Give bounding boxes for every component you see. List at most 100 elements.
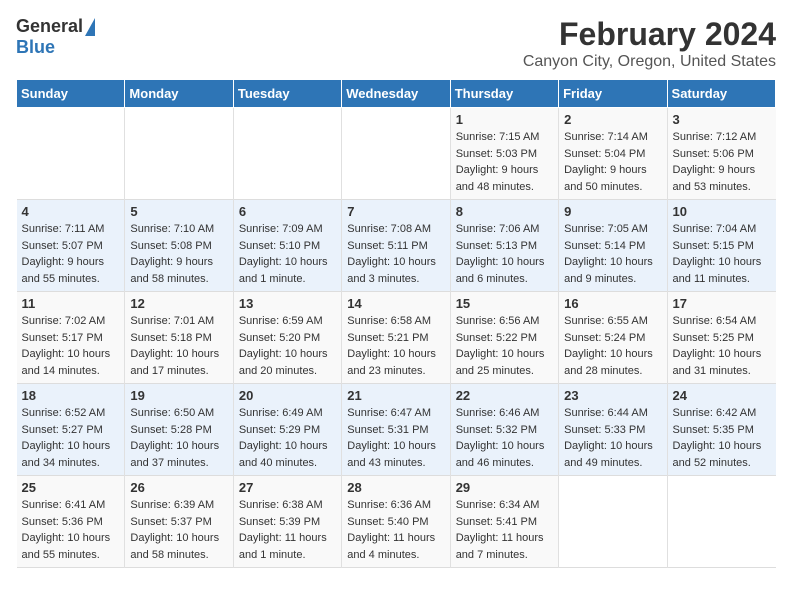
calendar-cell <box>17 108 125 200</box>
day-info: Sunrise: 6:47 AMSunset: 5:31 PMDaylight:… <box>347 405 444 471</box>
calendar-cell: 21 Sunrise: 6:47 AMSunset: 5:31 PMDayligh… <box>342 384 450 476</box>
day-number: 8 <box>456 204 553 219</box>
calendar-cell: 7 Sunrise: 7:08 AMSunset: 5:11 PMDaylight… <box>342 200 450 292</box>
day-number: 28 <box>347 480 444 495</box>
day-info: Sunrise: 6:58 AMSunset: 5:21 PMDaylight:… <box>347 313 444 379</box>
day-info: Sunrise: 7:11 AMSunset: 5:07 PMDaylight:… <box>22 221 120 287</box>
calendar-header: SundayMondayTuesdayWednesdayThursdayFrid… <box>17 80 776 108</box>
day-number: 4 <box>22 204 120 219</box>
day-number: 2 <box>564 112 661 127</box>
calendar-cell: 17Sunrise: 6:54 AMSunset: 5:25 PMDayligh… <box>667 292 775 384</box>
week-row-4: 25 Sunrise: 6:41 AMSunset: 5:36 PMDayligh… <box>17 476 776 568</box>
calendar-cell: 13 Sunrise: 6:59 AMSunset: 5:20 PMDayligh… <box>233 292 341 384</box>
calendar-cell: 23 Sunrise: 6:44 AMSunset: 5:33 PMDayligh… <box>559 384 667 476</box>
day-info: Sunrise: 6:44 AMSunset: 5:33 PMDaylight:… <box>564 405 661 471</box>
calendar-cell: 5Sunrise: 7:10 AMSunset: 5:08 PMDaylight… <box>125 200 233 292</box>
calendar-cell: 16 Sunrise: 6:55 AMSunset: 5:24 PMDayligh… <box>559 292 667 384</box>
day-number: 15 <box>456 296 553 311</box>
day-info: Sunrise: 7:01 AMSunset: 5:18 PMDaylight:… <box>130 313 227 379</box>
day-number: 10 <box>673 204 771 219</box>
header-row: SundayMondayTuesdayWednesdayThursdayFrid… <box>17 80 776 108</box>
calendar-cell: 6Sunrise: 7:09 AMSunset: 5:10 PMDaylight… <box>233 200 341 292</box>
day-number: 21 <box>347 388 444 403</box>
day-info: Sunrise: 7:14 AMSunset: 5:04 PMDaylight:… <box>564 129 661 195</box>
day-number: 16 <box>564 296 661 311</box>
day-number: 5 <box>130 204 227 219</box>
logo-general: General <box>16 16 83 37</box>
calendar-cell: 22Sunrise: 6:46 AMSunset: 5:32 PMDayligh… <box>450 384 558 476</box>
day-info: Sunrise: 6:41 AMSunset: 5:36 PMDaylight:… <box>22 497 120 563</box>
calendar-cell: 2 Sunrise: 7:14 AMSunset: 5:04 PMDaylight… <box>559 108 667 200</box>
calendar-cell: 29 Sunrise: 6:34 AMSunset: 5:41 PMDayligh… <box>450 476 558 568</box>
day-number: 25 <box>22 480 120 495</box>
calendar-cell: 14 Sunrise: 6:58 AMSunset: 5:21 PMDayligh… <box>342 292 450 384</box>
day-number: 23 <box>564 388 661 403</box>
day-info: Sunrise: 6:50 AMSunset: 5:28 PMDaylight:… <box>130 405 227 471</box>
calendar-body: 1 Sunrise: 7:15 AMSunset: 5:03 PMDaylight… <box>17 108 776 568</box>
day-number: 27 <box>239 480 336 495</box>
day-number: 19 <box>130 388 227 403</box>
week-row-2: 11 Sunrise: 7:02 AMSunset: 5:17 PMDayligh… <box>17 292 776 384</box>
calendar-cell: 26 Sunrise: 6:39 AMSunset: 5:37 PMDayligh… <box>125 476 233 568</box>
day-number: 6 <box>239 204 336 219</box>
day-info: Sunrise: 7:08 AMSunset: 5:11 PMDaylight:… <box>347 221 444 287</box>
day-info: Sunrise: 7:02 AMSunset: 5:17 PMDaylight:… <box>22 313 120 379</box>
day-info: Sunrise: 7:06 AMSunset: 5:13 PMDaylight:… <box>456 221 553 287</box>
calendar-cell: 28 Sunrise: 6:36 AMSunset: 5:40 PMDayligh… <box>342 476 450 568</box>
day-number: 9 <box>564 204 661 219</box>
day-number: 7 <box>347 204 444 219</box>
calendar-cell: 19 Sunrise: 6:50 AMSunset: 5:28 PMDayligh… <box>125 384 233 476</box>
day-number: 26 <box>130 480 227 495</box>
day-number: 29 <box>456 480 553 495</box>
calendar-cell: 20 Sunrise: 6:49 AMSunset: 5:29 PMDayligh… <box>233 384 341 476</box>
header-cell-thursday: Thursday <box>450 80 558 108</box>
day-info: Sunrise: 7:15 AMSunset: 5:03 PMDaylight:… <box>456 129 553 195</box>
day-number: 14 <box>347 296 444 311</box>
logo-blue: Blue <box>16 37 55 58</box>
header-cell-saturday: Saturday <box>667 80 775 108</box>
day-number: 18 <box>22 388 120 403</box>
day-info: Sunrise: 7:05 AMSunset: 5:14 PMDaylight:… <box>564 221 661 287</box>
calendar-cell: 15Sunrise: 6:56 AMSunset: 5:22 PMDayligh… <box>450 292 558 384</box>
calendar-cell: 11 Sunrise: 7:02 AMSunset: 5:17 PMDayligh… <box>17 292 125 384</box>
header-cell-wednesday: Wednesday <box>342 80 450 108</box>
header-cell-tuesday: Tuesday <box>233 80 341 108</box>
day-number: 1 <box>456 112 553 127</box>
day-info: Sunrise: 7:12 AMSunset: 5:06 PMDaylight:… <box>673 129 771 195</box>
logo-icon <box>85 18 95 36</box>
day-number: 22 <box>456 388 553 403</box>
day-info: Sunrise: 6:34 AMSunset: 5:41 PMDaylight:… <box>456 497 553 563</box>
day-info: Sunrise: 6:42 AMSunset: 5:35 PMDaylight:… <box>673 405 771 471</box>
calendar-cell: 8 Sunrise: 7:06 AMSunset: 5:13 PMDaylight… <box>450 200 558 292</box>
week-row-3: 18Sunrise: 6:52 AMSunset: 5:27 PMDayligh… <box>17 384 776 476</box>
calendar-cell <box>342 108 450 200</box>
calendar-cell: 1 Sunrise: 7:15 AMSunset: 5:03 PMDaylight… <box>450 108 558 200</box>
page-subtitle: Canyon City, Oregon, United States <box>523 53 776 71</box>
week-row-0: 1 Sunrise: 7:15 AMSunset: 5:03 PMDaylight… <box>17 108 776 200</box>
day-number: 3 <box>673 112 771 127</box>
calendar-cell: 24Sunrise: 6:42 AMSunset: 5:35 PMDayligh… <box>667 384 775 476</box>
calendar-cell: 25 Sunrise: 6:41 AMSunset: 5:36 PMDayligh… <box>17 476 125 568</box>
calendar-cell <box>233 108 341 200</box>
calendar-cell: 4 Sunrise: 7:11 AMSunset: 5:07 PMDaylight… <box>17 200 125 292</box>
day-number: 17 <box>673 296 771 311</box>
day-number: 11 <box>22 296 120 311</box>
day-number: 13 <box>239 296 336 311</box>
day-info: Sunrise: 6:55 AMSunset: 5:24 PMDaylight:… <box>564 313 661 379</box>
calendar-cell: 12 Sunrise: 7:01 AMSunset: 5:18 PMDayligh… <box>125 292 233 384</box>
calendar-cell <box>559 476 667 568</box>
day-info: Sunrise: 6:49 AMSunset: 5:29 PMDaylight:… <box>239 405 336 471</box>
day-info: Sunrise: 6:36 AMSunset: 5:40 PMDaylight:… <box>347 497 444 563</box>
day-info: Sunrise: 6:59 AMSunset: 5:20 PMDaylight:… <box>239 313 336 379</box>
calendar-cell: 10Sunrise: 7:04 AMSunset: 5:15 PMDayligh… <box>667 200 775 292</box>
calendar-cell: 9 Sunrise: 7:05 AMSunset: 5:14 PMDaylight… <box>559 200 667 292</box>
day-number: 20 <box>239 388 336 403</box>
logo: General Blue <box>16 16 95 58</box>
day-info: Sunrise: 6:39 AMSunset: 5:37 PMDaylight:… <box>130 497 227 563</box>
day-number: 12 <box>130 296 227 311</box>
calendar-cell: 3 Sunrise: 7:12 AMSunset: 5:06 PMDaylight… <box>667 108 775 200</box>
calendar-table: SundayMondayTuesdayWednesdayThursdayFrid… <box>16 79 776 568</box>
calendar-cell <box>125 108 233 200</box>
calendar-cell: 18Sunrise: 6:52 AMSunset: 5:27 PMDayligh… <box>17 384 125 476</box>
header-cell-friday: Friday <box>559 80 667 108</box>
